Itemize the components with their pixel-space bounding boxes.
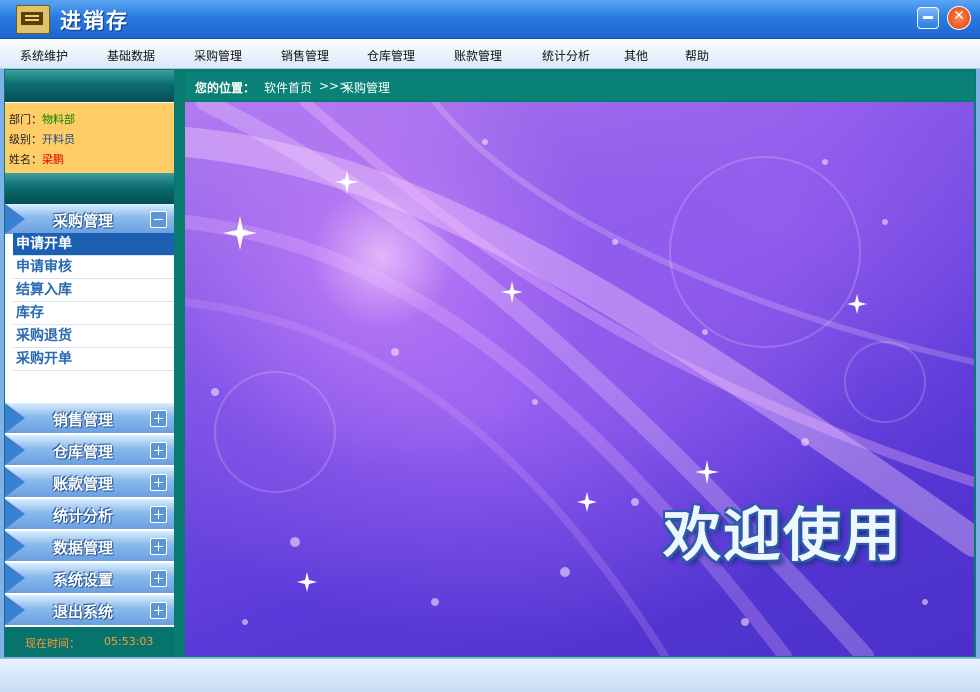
minimize-icon [923, 16, 933, 19]
clock-panel: 现在时间： 05:53:03 [5, 627, 174, 657]
window-title: 进销存 [60, 9, 129, 33]
breadcrumb-home-link[interactable]: 软件首页 [264, 79, 312, 96]
arrow-icon [5, 467, 25, 497]
subnav-item-apply-review[interactable]: 申请审核 [13, 256, 174, 279]
arrow-icon [5, 204, 25, 234]
sidebar-divider [5, 173, 174, 204]
collapse-icon[interactable] [150, 211, 167, 228]
status-bar [0, 658, 980, 692]
expand-icon[interactable] [150, 602, 167, 619]
welcome-text: 欢迎使用 [663, 501, 904, 569]
close-icon: ✕ [953, 8, 965, 24]
breadcrumb: 您的位置： 软件首页 >>> 采购管理 [185, 72, 974, 100]
menu-statistics[interactable]: 统计分析 [542, 47, 590, 64]
clock-time: 05:53:03 [104, 635, 154, 648]
arrow-icon [5, 499, 25, 529]
nav-section-data-management[interactable]: 数据管理 [5, 531, 174, 562]
purchase-subnav: 申请开单 申请审核 结算入库 库存 采购退货 采购开单 [13, 233, 174, 371]
expand-icon[interactable] [150, 506, 167, 523]
sidebar-header [5, 70, 174, 102]
subnav-item-settle-stock-in[interactable]: 结算入库 [13, 279, 174, 302]
arrow-icon [5, 595, 25, 625]
close-button[interactable]: ✕ [947, 6, 971, 30]
title-bar: 进销存 ✕ [0, 0, 980, 39]
nav-section-statistics[interactable]: 统计分析 [5, 499, 174, 530]
clock-label: 现在时间： [25, 637, 80, 650]
menu-other[interactable]: 其他 [624, 47, 648, 64]
arrow-icon [5, 563, 25, 593]
arrow-icon [5, 435, 25, 465]
expand-icon[interactable] [150, 570, 167, 587]
sidebar: 部门：物料部 级别：开料员 姓名：梁鹏 采购管理 申请开单 申请审核 结算入库 … [5, 70, 174, 657]
menu-help[interactable]: 帮助 [685, 47, 709, 64]
nav-section-sales[interactable]: 销售管理 [5, 403, 174, 434]
user-name: 姓名：梁鹏 [9, 153, 64, 166]
breadcrumb-current: 采购管理 [342, 81, 391, 95]
menu-purchase[interactable]: 采购管理 [194, 47, 242, 64]
minimize-button[interactable] [917, 7, 939, 29]
nav-section-exit[interactable]: 退出系统 [5, 595, 174, 626]
arrow-icon [5, 531, 25, 561]
user-level: 级别：开料员 [9, 133, 75, 146]
nav-section-purchase[interactable]: 采购管理 [5, 204, 174, 235]
expand-icon[interactable] [150, 474, 167, 491]
menu-accounts[interactable]: 账款管理 [454, 47, 502, 64]
subnav-item-purchase-order[interactable]: 采购开单 [13, 348, 174, 371]
nav-section-warehouse[interactable]: 仓库管理 [5, 435, 174, 466]
expand-icon[interactable] [150, 538, 167, 555]
welcome-banner: 欢迎使用 [185, 102, 974, 656]
menu-bar: 系统维护 基础数据 采购管理 销售管理 仓库管理 账款管理 统计分析 其他 帮助 [0, 39, 980, 69]
nav-section-system-settings[interactable]: 系统设置 [5, 563, 174, 594]
app-icon [16, 5, 50, 34]
subnav-item-purchase-return[interactable]: 采购退货 [13, 325, 174, 348]
nav-section-accounts[interactable]: 账款管理 [5, 467, 174, 498]
user-dept: 部门：物料部 [9, 113, 75, 126]
expand-icon[interactable] [150, 442, 167, 459]
subnav-item-apply-order[interactable]: 申请开单 [13, 233, 174, 256]
menu-basic-data[interactable]: 基础数据 [107, 47, 155, 64]
banner-light-streaks [185, 102, 974, 656]
menu-sales[interactable]: 销售管理 [281, 47, 329, 64]
menu-system-maintenance[interactable]: 系统维护 [20, 47, 68, 64]
user-info-panel: 部门：物料部 级别：开料员 姓名：梁鹏 [5, 103, 174, 173]
arrow-icon [5, 403, 25, 433]
expand-icon[interactable] [150, 410, 167, 427]
menu-warehouse[interactable]: 仓库管理 [367, 47, 415, 64]
breadcrumb-label: 您的位置： [195, 81, 256, 95]
subnav-item-inventory[interactable]: 库存 [13, 302, 174, 325]
